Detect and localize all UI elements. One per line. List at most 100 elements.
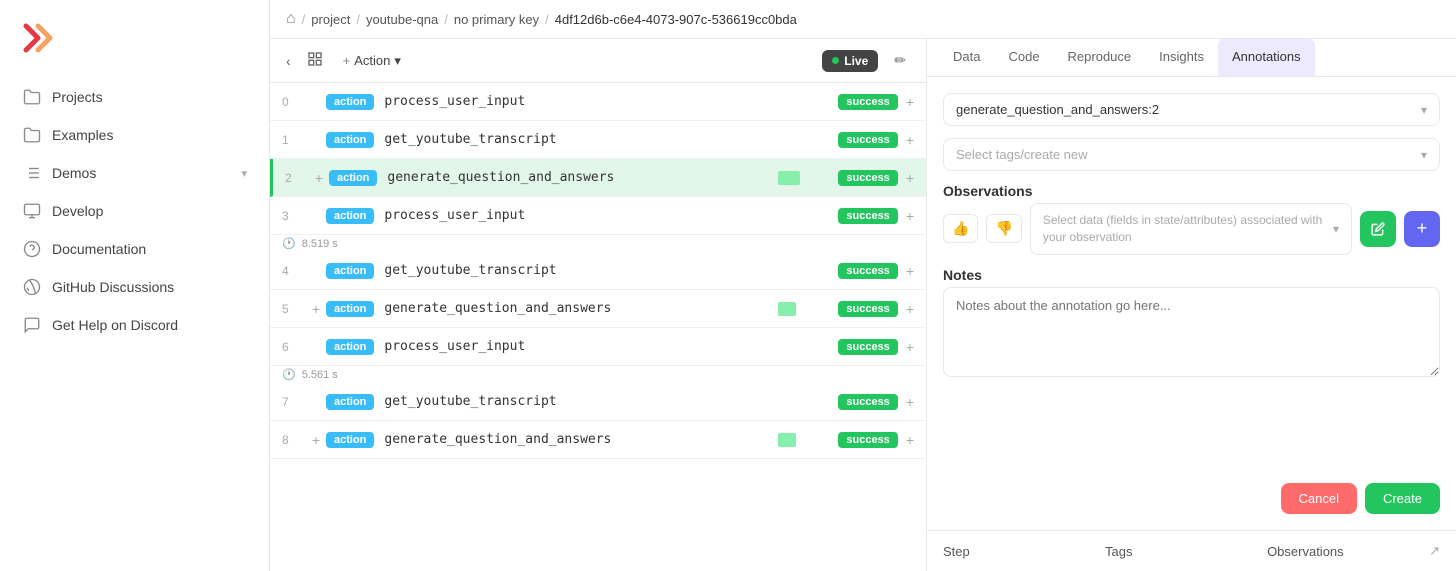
github-icon (22, 277, 42, 297)
observations-section: Observations 👍 👎 Select data (fields in … (943, 183, 1440, 255)
footer-tags: Tags (1105, 544, 1267, 559)
table-row[interactable]: 4 action get_youtube_transcript success … (270, 252, 926, 290)
table-row[interactable]: 5 + action generate_question_and_answers… (270, 290, 926, 328)
tab-reproduce[interactable]: Reproduce (1054, 39, 1146, 76)
step-dropdown-value: generate_question_and_answers:2 (956, 102, 1421, 117)
timing-row: 🕐 8.519 s (270, 235, 926, 252)
tab-insights[interactable]: Insights (1145, 39, 1218, 76)
row-plus-icon[interactable]: + (906, 170, 914, 186)
tab-code[interactable]: Code (994, 39, 1053, 76)
trace-toolbar: ‹ + Action ▾ Live ✏ (270, 39, 926, 83)
monitor-icon (22, 201, 42, 221)
notes-textarea[interactable] (943, 287, 1440, 377)
row-plus-icon[interactable]: + (906, 301, 914, 317)
observations-label: Observations (943, 183, 1440, 199)
sidebar-item-documentation[interactable]: Documentation (12, 231, 257, 267)
obs-edit-button[interactable] (1360, 211, 1396, 247)
sidebar-item-discord-label: Get Help on Discord (52, 317, 178, 333)
action-button[interactable]: + Action ▾ (335, 49, 409, 73)
chevron-down-icon: ▾ (241, 167, 247, 180)
footer-obs: Observations (1267, 544, 1429, 559)
sidebar-item-discord[interactable]: Get Help on Discord (12, 307, 257, 343)
table-row[interactable]: 6 action process_user_input success + (270, 328, 926, 366)
grid-icon[interactable] (303, 47, 327, 74)
row-plus-icon[interactable]: + (906, 394, 914, 410)
content-area: ‹ + Action ▾ Live ✏ 0 (270, 39, 1456, 571)
obs-row: 👍 👎 Select data (fields in state/attribu… (943, 203, 1440, 255)
trace-panel: ‹ + Action ▾ Live ✏ 0 (270, 39, 926, 571)
row-plus-icon[interactable]: + (906, 132, 914, 148)
table-row[interactable]: 0 action process_user_input success + (270, 83, 926, 121)
row-plus-icon[interactable]: + (906, 208, 914, 224)
obs-placeholder: Select data (fields in state/attributes)… (1043, 212, 1333, 246)
external-link-icon[interactable]: ↗ (1429, 543, 1440, 559)
row-plus-icon[interactable]: + (906, 263, 914, 279)
action-badge: action (326, 132, 374, 148)
edit-button[interactable]: ✏ (886, 48, 914, 73)
sidebar: Projects Examples Demos ▾ Develop (0, 0, 270, 571)
obs-add-button[interactable]: + (1404, 211, 1440, 247)
right-panel: Data Code Reproduce Insights Annotations… (926, 39, 1456, 571)
chat-icon (22, 315, 42, 335)
row-plus-icon[interactable]: + (906, 432, 914, 448)
tab-data[interactable]: Data (939, 39, 994, 76)
sidebar-nav: Projects Examples Demos ▾ Develop (0, 79, 269, 343)
chevron-down-icon: ▾ (1333, 222, 1339, 236)
folder-open-icon (22, 87, 42, 107)
live-indicator (832, 57, 839, 64)
add-row-icon[interactable]: + (306, 301, 326, 317)
home-icon[interactable]: ⌂ (286, 10, 296, 28)
row-plus-icon[interactable]: + (906, 94, 914, 110)
row-plus-icon[interactable]: + (906, 339, 914, 355)
sidebar-item-examples[interactable]: Examples (12, 117, 257, 153)
action-badge: action (326, 432, 374, 448)
back-button[interactable]: ‹ (282, 49, 295, 73)
breadcrumb-project[interactable]: project (311, 12, 350, 27)
step-dropdown[interactable]: generate_question_and_answers:2 ▾ (943, 93, 1440, 126)
panel-tabs: Data Code Reproduce Insights Annotations (927, 39, 1456, 77)
sidebar-item-github-label: GitHub Discussions (52, 279, 174, 295)
cancel-button[interactable]: Cancel (1281, 483, 1357, 514)
chevron-down-icon: ▾ (1421, 103, 1427, 117)
sidebar-item-projects-label: Projects (52, 89, 103, 105)
table-row[interactable]: 8 + action generate_question_and_answers… (270, 421, 926, 459)
action-badge: action (326, 339, 374, 355)
add-row-icon[interactable]: + (309, 170, 329, 186)
table-row[interactable]: 1 action get_youtube_transcript success … (270, 121, 926, 159)
tab-annotations[interactable]: Annotations (1218, 39, 1315, 76)
sidebar-item-github[interactable]: GitHub Discussions (12, 269, 257, 305)
add-row-icon[interactable]: + (306, 432, 326, 448)
action-badge: action (326, 208, 374, 224)
tags-dropdown[interactable]: Select tags/create new ▾ (943, 138, 1440, 171)
sidebar-item-develop[interactable]: Develop (12, 193, 257, 229)
notes-label: Notes (943, 267, 1440, 283)
panel-footer: Step Tags Observations ↗ (927, 530, 1456, 571)
table-row[interactable]: 7 action get_youtube_transcript success … (270, 383, 926, 421)
folder-icon (22, 125, 42, 145)
timing-row: 🕐 5.561 s (270, 366, 926, 383)
list-icon (22, 163, 42, 183)
table-row[interactable]: 2 + action generate_question_and_answers… (270, 159, 926, 197)
trace-table: 0 action process_user_input success + 1 … (270, 83, 926, 571)
thumbs-up-button[interactable]: 👍 (943, 214, 978, 243)
create-button[interactable]: Create (1365, 483, 1440, 514)
sidebar-item-demos[interactable]: Demos ▾ (12, 155, 257, 191)
app-logo (0, 12, 269, 79)
breadcrumb-youtube-qna[interactable]: youtube-qna (366, 12, 438, 27)
action-badge: action (329, 170, 377, 186)
breadcrumb-no-primary-key[interactable]: no primary key (454, 12, 539, 27)
notes-section: Notes (943, 267, 1440, 380)
obs-dropdown[interactable]: Select data (fields in state/attributes)… (1030, 203, 1352, 255)
tags-placeholder: Select tags/create new (956, 147, 1421, 162)
main-content: ⌂ / project / youtube-qna / no primary k… (270, 0, 1456, 571)
action-badge: action (326, 94, 374, 110)
sidebar-item-demos-label: Demos (52, 165, 96, 181)
action-badge: action (326, 301, 374, 317)
table-row[interactable]: 3 action process_user_input success + (270, 197, 926, 235)
sidebar-item-projects[interactable]: Projects (12, 79, 257, 115)
breadcrumb-current: 4df12d6b-c6e4-4073-907c-536619cc0bda (555, 12, 797, 27)
sidebar-item-develop-label: Develop (52, 203, 103, 219)
live-badge: Live (822, 50, 878, 72)
thumbs-down-button[interactable]: 👎 (986, 214, 1021, 243)
clock-icon: 🕐 (282, 237, 296, 250)
